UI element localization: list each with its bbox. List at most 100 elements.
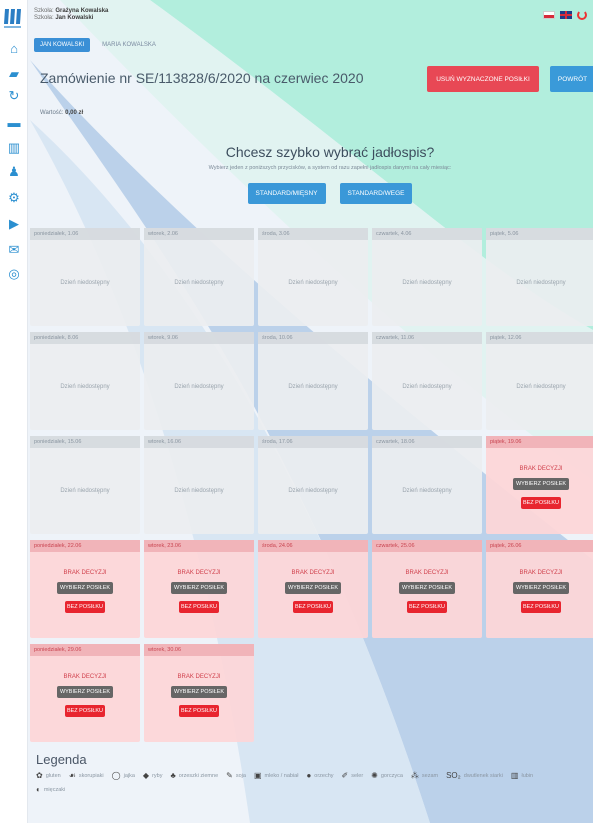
choose-meal-button[interactable]: WYBIERZ POSIŁEK — [513, 478, 569, 490]
no-meal-button[interactable]: BEZ POSIŁKU — [407, 601, 447, 613]
no-meal-button[interactable]: BEZ POSIŁKU — [179, 601, 219, 613]
choose-meal-button[interactable]: WYBIERZ POSIŁEK — [285, 582, 341, 594]
card-icon[interactable]: ▬ — [5, 114, 23, 130]
day-label: wtorek, 2.06 — [144, 228, 254, 240]
lupin-icon: ▥ — [510, 771, 519, 780]
choose-meal-button[interactable]: WYBIERZ POSIŁEK — [399, 582, 455, 594]
no-meal-button[interactable]: BEZ POSIŁKU — [65, 601, 105, 613]
day-label: poniedziałek, 29.06 — [30, 644, 140, 656]
legend-item: ⁂ sezam — [411, 771, 438, 780]
no-meal-button[interactable]: BEZ POSIŁKU — [521, 601, 561, 613]
no-decision-text: BRAK DECYZJI — [63, 674, 107, 680]
top-bar: Szkoła: Grażyna Kowalska Szkoła: Jan Kow… — [28, 0, 593, 28]
page-title: Zamówienie nr SE/113828/6/2020 na czerwi… — [40, 70, 364, 86]
help-icon[interactable]: ◎ — [5, 266, 23, 282]
standard-meat-button[interactable]: STANDARD/MIĘSNY — [247, 183, 326, 204]
child-prefix: Szkoła: — [34, 15, 56, 21]
flag-pl-icon[interactable] — [543, 11, 555, 19]
school-name: Grażyna Kowalska — [55, 8, 109, 14]
day-unavailable-text: Dzień niedostępny — [516, 280, 566, 286]
day-unavailable-text: Dzień niedostępny — [60, 280, 110, 286]
standard-vege-button[interactable]: STANDARD/WEGE — [339, 183, 413, 204]
school-prefix: Szkoła: — [34, 8, 56, 14]
milk-icon: ▣ — [253, 771, 262, 780]
day-unavailable-text: Dzień niedostępny — [288, 280, 338, 286]
choose-meal-button[interactable]: WYBIERZ POSIŁEK — [171, 582, 227, 594]
quick-menu-title: Chcesz szybko wybrać jadłospis? — [225, 144, 435, 160]
choose-meal-button[interactable]: WYBIERZ POSIŁEK — [513, 582, 569, 594]
home-icon[interactable]: ⌂ — [5, 40, 23, 56]
legend-item: ✺ gorczyca — [371, 771, 403, 780]
day-cell: środa, 17.06 Dzień niedostępny — [258, 436, 368, 534]
tab-child-1[interactable]: JAN KOWALSKI — [34, 38, 91, 52]
building-icon[interactable]: ▥ — [5, 140, 23, 156]
shrimp-icon: ☙ — [68, 771, 76, 780]
legend-item: ♣ orzeszki ziemne — [170, 771, 218, 780]
legend-item: ▥ łubin — [511, 771, 533, 780]
day-cell: czwartek, 4.06 Dzień niedostępny — [372, 228, 482, 326]
day-label: piątek, 12.06 — [486, 332, 593, 344]
peanut-icon: ♣ — [170, 771, 176, 780]
day-label: czwartek, 11.06 — [372, 332, 482, 344]
delete-meals-button[interactable]: USUŃ WYZNACZONE POSIŁKI — [427, 66, 539, 92]
sulfur-icon: SO₂ — [446, 771, 461, 780]
day-cell: środa, 10.06 Dzień niedostępny — [258, 332, 368, 430]
legend-label: sezam — [421, 772, 439, 779]
choose-meal-button[interactable]: WYBIERZ POSIŁEK — [57, 686, 113, 698]
day-label: czwartek, 25.06 — [372, 540, 482, 552]
child-name: Jan Kowalski — [55, 15, 94, 21]
tab-child-2[interactable]: MARIA KOWALSKA — [96, 38, 162, 52]
wheat-icon: ✿ — [36, 771, 43, 780]
legend-label: gluten — [45, 772, 61, 779]
day-unavailable-text: Dzień niedostępny — [288, 384, 338, 390]
legend-label: skorupiaki — [78, 772, 104, 779]
day-label: środa, 24.06 — [258, 540, 368, 552]
legend: Legenda ✿ gluten ☙ skorupiaki ◯ jajka ◆ ryby ♣ or… — [36, 752, 586, 794]
legend-items: ✿ gluten ☙ skorupiaki ◯ jajka ◆ ryby ♣ orzeszki z… — [36, 771, 556, 794]
day-cell: poniedziałek, 29.06 BRAK DECYZJI WYBIERZ P… — [30, 644, 140, 742]
legend-item: ▣ mleko / nabiał — [254, 771, 299, 780]
day-cell: środa, 24.06 BRAK DECYZJI WYBIERZ POSIŁEK B… — [258, 540, 368, 638]
no-meal-button[interactable]: BEZ POSIŁKU — [179, 705, 219, 717]
quick-menu-buttons: STANDARD/MIĘSNY STANDARD/WEGE — [130, 183, 530, 204]
day-unavailable-text: Dzień niedostępny — [402, 280, 452, 286]
day-cell: wtorek, 30.06 BRAK DECYZJI WYBIERZ POSIŁEK… — [144, 644, 254, 742]
day-cell: piątek, 12.06 Dzień niedostępny — [486, 332, 593, 430]
flag-uk-icon[interactable] — [560, 11, 572, 19]
worth-value: 0,00 zł — [65, 110, 84, 116]
nut-icon: ● — [306, 771, 312, 780]
day-cell: piątek, 19.06 BRAK DECYZJI WYBIERZ POSIŁEK… — [486, 436, 593, 534]
book-icon[interactable]: ▰ — [5, 66, 23, 82]
day-cell: poniedziałek, 15.06 Dzień niedostępny — [30, 436, 140, 534]
mail-icon[interactable]: ✉ — [5, 242, 23, 258]
legend-item: ✎ soja — [226, 771, 246, 780]
day-label: poniedziałek, 15.06 — [30, 436, 140, 448]
day-cell: wtorek, 23.06 BRAK DECYZJI WYBIERZ POSIŁEK… — [144, 540, 254, 638]
no-meal-button[interactable]: BEZ POSIŁKU — [293, 601, 333, 613]
legend-item: ✿ gluten — [36, 771, 61, 780]
day-unavailable-text: Dzień niedostępny — [402, 384, 452, 390]
day-label: poniedziałek, 1.06 — [30, 228, 140, 240]
back-button[interactable]: POWRÓT — [550, 66, 593, 92]
mollusc-icon: ◐ — [36, 785, 41, 794]
legend-label: mięczaki — [43, 786, 66, 793]
logout-icon[interactable] — [577, 10, 587, 20]
legend-label: ryby — [152, 772, 163, 779]
day-unavailable-text: Dzień niedostępny — [60, 488, 110, 494]
choose-meal-button[interactable]: WYBIERZ POSIŁEK — [171, 686, 227, 698]
day-label: wtorek, 30.06 — [144, 644, 254, 656]
day-label: wtorek, 23.06 — [144, 540, 254, 552]
settings-icon[interactable]: ⚙ — [5, 190, 23, 206]
users-icon[interactable]: ♟ — [5, 164, 23, 180]
choose-meal-button[interactable]: WYBIERZ POSIŁEK — [57, 582, 113, 594]
day-cell: środa, 3.06 Dzień niedostępny — [258, 228, 368, 326]
day-label: piątek, 19.06 — [486, 436, 593, 448]
day-unavailable-text: Dzień niedostępny — [288, 488, 338, 494]
refresh-icon[interactable]: ↻ — [5, 88, 23, 104]
no-meal-button[interactable]: BEZ POSIŁKU — [65, 705, 105, 717]
legend-label: jajka — [123, 772, 135, 779]
folder-icon[interactable]: ▶ — [5, 216, 23, 232]
day-unavailable-text: Dzień niedostępny — [174, 488, 224, 494]
day-unavailable-text: Dzień niedostępny — [402, 488, 452, 494]
no-meal-button[interactable]: BEZ POSIŁKU — [521, 497, 561, 509]
